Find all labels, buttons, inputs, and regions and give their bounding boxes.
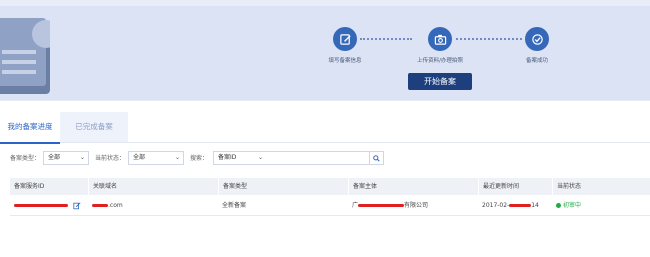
camera-icon xyxy=(428,27,452,51)
cell-subject: 广有限公司 xyxy=(348,197,482,215)
updated-prefix: 2017-02- xyxy=(482,202,510,209)
tab-completed[interactable]: 已完成备案 xyxy=(60,112,128,142)
column-header-updated: 最近更新时间 xyxy=(478,178,552,195)
redaction-mark xyxy=(14,204,68,207)
document-stack-icon xyxy=(0,18,50,94)
search-field-value: 备案ID xyxy=(218,154,237,161)
column-header-status: 当前状态 xyxy=(552,178,650,195)
column-header-subject: 备案主体 xyxy=(348,178,478,195)
status-filter-select[interactable]: 全部 ⌄ xyxy=(128,151,184,165)
search-icon xyxy=(373,154,380,162)
redaction-mark xyxy=(358,204,405,207)
status-filter-label: 当前状态： xyxy=(95,155,126,162)
chevron-down-icon: ⌄ xyxy=(174,154,180,161)
step-success: 备案成功 xyxy=(497,27,577,64)
hero-top-strip xyxy=(0,0,650,6)
edit-icon xyxy=(333,27,357,51)
search-input[interactable] xyxy=(266,151,376,165)
status-filter-value: 全部 xyxy=(133,154,146,161)
search-button[interactable] xyxy=(369,151,384,165)
tab-my-progress[interactable]: 我的备案进度 xyxy=(0,112,60,144)
edit-icon[interactable] xyxy=(73,201,81,210)
table-header: 备案服务ID 关联域名 备案类型 备案主体 最近更新时间 当前状态 xyxy=(10,178,650,195)
cell-updated: 2017-02- 14 xyxy=(478,197,556,215)
cell-type: 全新备案 xyxy=(222,202,247,209)
tab-bar: 我的备案进度 已完成备案 xyxy=(0,112,650,144)
redaction-mark xyxy=(92,204,108,207)
hero-banner: 填写备案信息 上传资料/办理拍照 备案成功 开始备案 xyxy=(0,0,650,101)
step-label: 备案成功 xyxy=(525,58,548,64)
status-dot-icon xyxy=(556,203,561,208)
table-row: .com 全新备案 广有限公司 2017-02- 14 初审中 xyxy=(10,197,650,216)
cell-service-id[interactable] xyxy=(10,197,92,215)
updated-suffix: 14 xyxy=(531,202,539,209)
status-text: 初审中 xyxy=(563,202,582,209)
cell-domain: .com xyxy=(88,197,222,215)
search-label: 搜索： xyxy=(190,155,209,162)
step-fill-info: 填写备案信息 xyxy=(305,27,385,64)
chevron-down-icon: ⌄ xyxy=(257,154,263,161)
step-upload: 上传资料/办理拍照 xyxy=(400,27,480,64)
check-circle-icon xyxy=(525,27,549,51)
type-filter-label: 备案类型： xyxy=(10,155,41,162)
type-filter-value: 全部 xyxy=(48,154,61,161)
column-header-type: 备案类型 xyxy=(218,178,348,195)
domain-text: .com xyxy=(108,202,123,209)
type-filter-select[interactable]: 全部 ⌄ xyxy=(43,151,89,165)
chevron-down-icon: ⌄ xyxy=(79,154,85,161)
column-header-service-id: 备案服务ID xyxy=(14,183,45,190)
subject-suffix: 有限公司 xyxy=(404,202,429,209)
step-label: 填写备案信息 xyxy=(328,58,362,64)
start-filing-button[interactable]: 开始备案 xyxy=(408,73,472,90)
step-label: 上传资料/办理拍照 xyxy=(417,58,463,64)
search-field-select[interactable]: 备案ID ⌄ xyxy=(213,151,267,165)
column-header-domain: 关联域名 xyxy=(88,178,218,195)
cell-status: 初审中 xyxy=(552,197,650,215)
redaction-mark xyxy=(509,204,532,207)
